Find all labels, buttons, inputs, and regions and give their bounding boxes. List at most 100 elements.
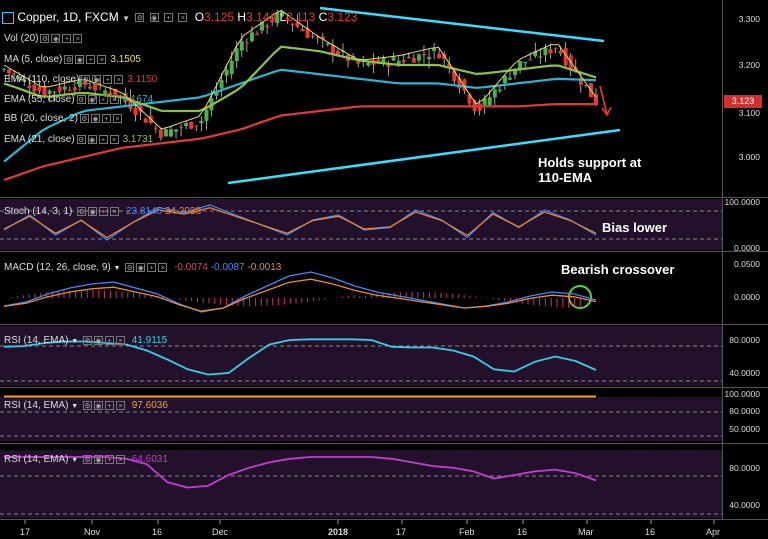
eye-icon[interactable]: ◉: [75, 54, 85, 64]
close-icon[interactable]: ×: [97, 54, 107, 64]
indicator-row[interactable]: Vol (20) ⚙ ◉ + ×: [4, 33, 83, 45]
settings-icon[interactable]: ⚙: [40, 33, 50, 43]
macd-legend: MACD (12, 26, close, 9) ▼ ⚙ ◉ + × -0.0074 -…: [4, 262, 281, 275]
stoch-axis-top: 100.0000: [724, 197, 760, 207]
candle-body: [300, 28, 305, 32]
open-value: 3.125: [204, 10, 235, 24]
x-label-nov: Nov: [84, 527, 101, 537]
stoch-label[interactable]: Stoch (14, 3, 1): [4, 206, 72, 217]
macd-signal-value: -0.0013: [247, 262, 282, 273]
candle-body: [492, 89, 497, 98]
symbol-title[interactable]: Copper, 1D, FXCM: [17, 10, 118, 24]
candle-body: [254, 33, 259, 35]
chevron-down-icon[interactable]: ▼: [122, 14, 130, 23]
eye-icon[interactable]: ◉: [88, 206, 98, 216]
eye-icon[interactable]: ◉: [87, 94, 97, 104]
candle-body: [229, 60, 234, 74]
add-icon[interactable]: +: [104, 454, 114, 464]
settings-icon[interactable]: ⚙: [81, 74, 91, 84]
add-icon[interactable]: +: [104, 400, 114, 410]
add-icon[interactable]: +: [86, 54, 96, 64]
close-icon[interactable]: ×: [115, 400, 125, 410]
candle-body: [548, 49, 553, 54]
close-icon[interactable]: ×: [73, 33, 83, 43]
candle-body: [421, 54, 426, 56]
add-icon[interactable]: +: [98, 134, 108, 144]
close-icon[interactable]: ×: [112, 113, 122, 123]
candle-body: [163, 129, 168, 137]
candle-body: [391, 57, 396, 61]
settings-icon[interactable]: ⚙: [79, 113, 89, 123]
candle-body: [7, 69, 12, 74]
eye-icon[interactable]: ◉: [51, 33, 61, 43]
candle-body: [497, 89, 502, 91]
close-icon[interactable]: ×: [115, 454, 125, 464]
eye-icon[interactable]: ◉: [90, 113, 100, 123]
indicator-row[interactable]: BB (20, close, 2) ⚙ ◉ + ×: [4, 113, 122, 125]
eye-icon[interactable]: ◉: [93, 400, 103, 410]
close-icon[interactable]: ×: [109, 134, 119, 144]
add-icon[interactable]: +: [62, 33, 72, 43]
eye-icon[interactable]: ◉: [136, 262, 146, 272]
add-icon[interactable]: +: [101, 113, 111, 123]
eye-icon[interactable]: ◉: [93, 454, 103, 464]
candle-body: [310, 35, 315, 37]
rsi3-axis-80: 80.0000: [729, 463, 760, 473]
candle-body: [502, 75, 507, 84]
indicator-row[interactable]: EMA (21, close) ⚙ ◉ + × 3.1731: [4, 134, 153, 146]
indicator-label[interactable]: Vol (20): [4, 33, 38, 44]
close-icon[interactable]: ×: [109, 94, 119, 104]
chevron-down-icon[interactable]: ▼: [71, 403, 78, 410]
chevron-down-icon[interactable]: ▼: [71, 457, 78, 464]
macd-hist-value: -0.0074: [174, 262, 208, 273]
chevron-down-icon[interactable]: ▼: [114, 265, 121, 272]
eye-icon[interactable]: ◉: [92, 74, 102, 84]
indicator-row[interactable]: EMA (55, close) ⚙ ◉ + × 3.1674: [4, 94, 153, 106]
x-label-feb: Feb: [459, 527, 475, 537]
eye-icon[interactable]: ◉: [93, 335, 103, 345]
settings-icon[interactable]: ⚙: [64, 54, 74, 64]
close-icon[interactable]: ×: [178, 13, 188, 23]
add-icon[interactable]: +: [103, 74, 113, 84]
indicator-row[interactable]: MA (5, close) ⚙ ◉ + × 3.1505: [4, 54, 141, 66]
candle-body: [401, 60, 406, 63]
price-axis-3100: 3.100: [738, 108, 760, 118]
close-icon[interactable]: ×: [110, 206, 120, 216]
candle-body: [507, 77, 512, 80]
add-icon[interactable]: +: [99, 206, 109, 216]
eye-icon[interactable]: ◉: [149, 13, 159, 23]
close-icon[interactable]: ×: [115, 335, 125, 345]
close-icon[interactable]: ×: [158, 262, 168, 272]
settings-icon[interactable]: ⚙: [76, 134, 86, 144]
x-label-16c: 16: [645, 527, 656, 537]
stoch-k-value: 23.8145: [125, 206, 163, 217]
indicator-row[interactable]: EMA (110, close) ⚙ ◉ + × 3.1150: [4, 74, 157, 86]
settings-icon[interactable]: ⚙: [77, 206, 87, 216]
candle-body: [234, 48, 239, 62]
close-icon[interactable]: ×: [114, 74, 124, 84]
indicator-label[interactable]: BB (20, close, 2): [4, 113, 78, 124]
rsi2-label[interactable]: RSI (14, EMA): [4, 400, 68, 411]
add-icon[interactable]: +: [104, 335, 114, 345]
add-icon[interactable]: +: [147, 262, 157, 272]
chevron-down-icon[interactable]: ▼: [71, 338, 78, 345]
collapse-icon[interactable]: [2, 11, 14, 24]
indicator-label[interactable]: EMA (55, close): [4, 94, 75, 105]
settings-icon[interactable]: ⚙: [82, 400, 92, 410]
rsi3-label[interactable]: RSI (14, EMA): [4, 454, 68, 465]
indicator-label[interactable]: EMA (21, close): [4, 134, 75, 145]
settings-icon[interactable]: ⚙: [125, 262, 135, 272]
eye-icon[interactable]: ◉: [87, 134, 97, 144]
settings-icon[interactable]: ⚙: [82, 335, 92, 345]
stoch-legend: Stoch (14, 3, 1) ⚙ ◉ + × 23.8145 34.2038: [4, 206, 201, 218]
indicator-label[interactable]: EMA (110, close): [4, 74, 79, 85]
settings-icon[interactable]: ⚙: [76, 94, 86, 104]
add-icon[interactable]: +: [164, 13, 174, 23]
rsi1-label[interactable]: RSI (14, EMA): [4, 335, 68, 346]
add-icon[interactable]: +: [98, 94, 108, 104]
candle-body: [538, 56, 543, 58]
indicator-label[interactable]: MA (5, close): [4, 54, 62, 65]
settings-icon[interactable]: ⚙: [135, 13, 145, 23]
macd-label[interactable]: MACD (12, 26, close, 9): [4, 262, 111, 273]
settings-icon[interactable]: ⚙: [82, 454, 92, 464]
